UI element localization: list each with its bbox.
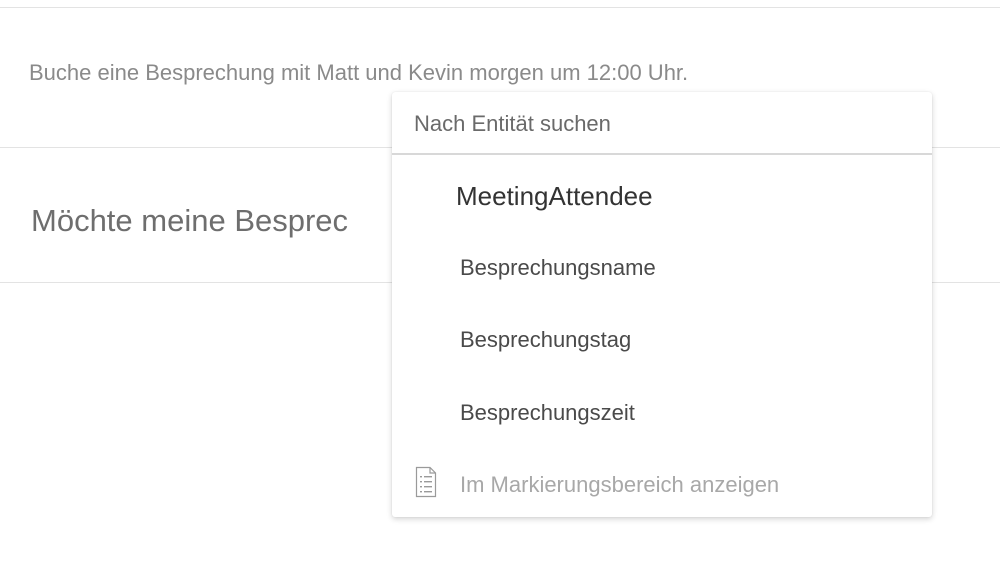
document-list-icon xyxy=(415,466,437,498)
entity-option[interactable]: MeetingAttendee xyxy=(392,165,932,225)
entity-option-label: Besprechungszeit xyxy=(460,400,635,425)
view-in-labeling-pane-label: Im Markierungsbereich anzeigen xyxy=(460,472,780,497)
utterance-labeling-page: Buche eine Besprechung mit Matt und Kevi… xyxy=(0,0,1000,561)
entity-search-field xyxy=(392,92,932,155)
utterance-text[interactable]: Buche eine Besprechung mit Matt und Kevi… xyxy=(29,60,688,86)
entity-dropdown: MeetingAttendee Besprechungsname Besprec… xyxy=(392,92,932,517)
entity-option-label: MeetingAttendee xyxy=(456,181,653,211)
divider xyxy=(0,7,1000,8)
entity-option[interactable]: Besprechungstag xyxy=(392,309,932,369)
entity-search-input[interactable] xyxy=(414,110,904,138)
utterance-text[interactable]: Möchte meine Besprec xyxy=(31,203,348,239)
entity-option[interactable]: Besprechungsname xyxy=(392,237,932,297)
entity-option[interactable]: Besprechungszeit xyxy=(392,382,932,442)
view-in-labeling-pane-button[interactable]: Im Markierungsbereich anzeigen xyxy=(392,454,932,514)
entity-option-label: Besprechungsname xyxy=(460,255,656,280)
entity-option-label: Besprechungstag xyxy=(460,327,632,352)
